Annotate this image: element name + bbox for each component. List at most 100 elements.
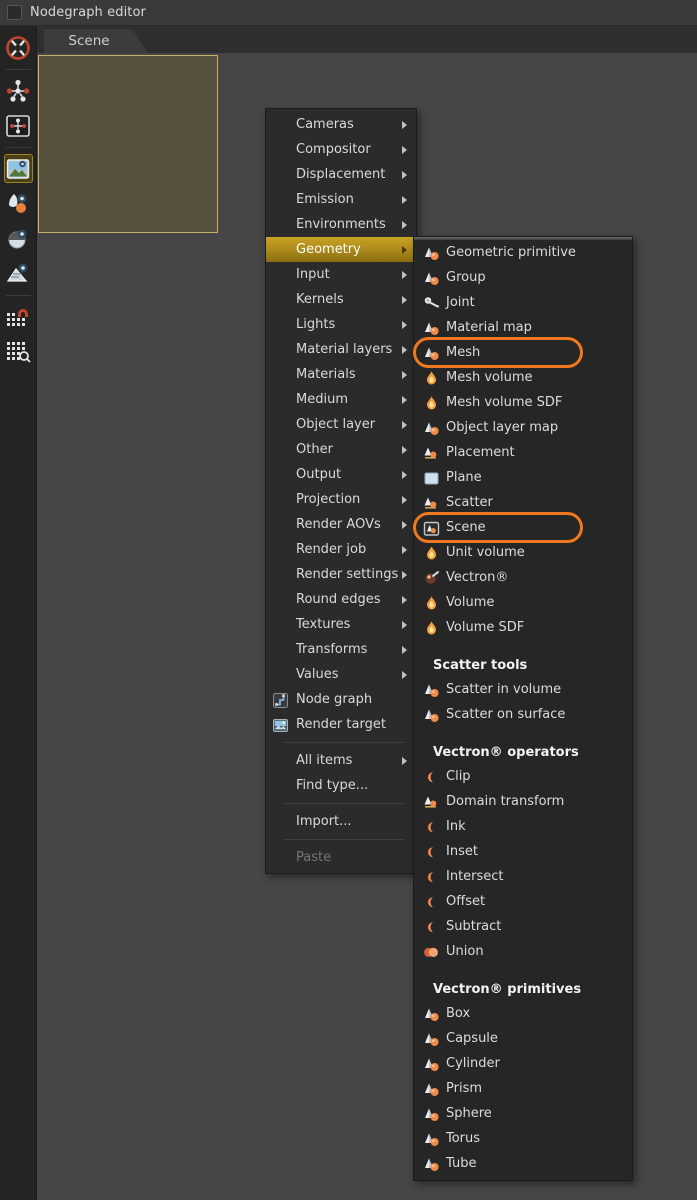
submenu-item-mesh[interactable]: Mesh	[413, 337, 632, 368]
submenu-item-unit-volume[interactable]: Unit volume	[414, 540, 632, 565]
chevron-right-icon	[402, 395, 407, 404]
menu-item-object-layer[interactable]: Object layer	[266, 412, 416, 437]
menu-item-all-items[interactable]: All items	[266, 748, 416, 773]
geometry-node-icon	[423, 1156, 440, 1173]
menu-item-textures[interactable]: Textures	[266, 612, 416, 637]
menu-item-output[interactable]: Output	[266, 462, 416, 487]
submenu-item-capsule[interactable]: Capsule	[414, 1026, 632, 1051]
submenu-item-torus[interactable]: Torus	[414, 1126, 632, 1151]
menu-item-round-edges[interactable]: Round edges	[266, 587, 416, 612]
submenu-item-inset[interactable]: Inset	[414, 839, 632, 864]
rail-button-nodegraph[interactable]	[4, 76, 33, 105]
nodegraph-icon	[5, 78, 31, 104]
submenu-item-joint[interactable]: Joint	[414, 290, 632, 315]
scene-node-selection[interactable]	[38, 55, 218, 233]
geometry-preview-icon	[5, 261, 31, 287]
rail-separator	[5, 147, 31, 148]
chevron-right-icon	[402, 445, 407, 454]
menu-item-environments[interactable]: Environments	[266, 212, 416, 237]
submenu-item-ink[interactable]: Ink	[414, 814, 632, 839]
submenu-item-subtract[interactable]: Subtract	[414, 914, 632, 939]
chevron-right-icon	[402, 420, 407, 429]
render-target-icon	[272, 717, 289, 734]
submenu-item-offset[interactable]: Offset	[414, 889, 632, 914]
submenu-item-clip[interactable]: Clip	[414, 764, 632, 789]
submenu-item-label: Placement	[446, 445, 515, 460]
submenu-item-volume[interactable]: Volume	[414, 590, 632, 615]
geometry-node-icon	[423, 1031, 440, 1048]
submenu-item-scatter[interactable]: Scatter	[414, 490, 632, 515]
submenu-item-label: Ink	[446, 819, 466, 834]
submenu-item-union[interactable]: Union	[414, 939, 632, 964]
menu-item-label: Paste	[296, 850, 332, 865]
menu-item-label: All items	[296, 753, 353, 768]
rail-button-nodegraph-alt[interactable]	[4, 111, 33, 140]
tab-scene[interactable]: Scene	[44, 29, 148, 53]
menu-item-lights[interactable]: Lights	[266, 312, 416, 337]
submenu-item-label: Scatter	[446, 495, 493, 510]
submenu-item-tube[interactable]: Tube	[414, 1151, 632, 1176]
menu-item-transforms[interactable]: Transforms	[266, 637, 416, 662]
menu-item-other[interactable]: Other	[266, 437, 416, 462]
submenu-item-placement[interactable]: Placement	[414, 440, 632, 465]
menu-item-displacement[interactable]: Displacement	[266, 162, 416, 187]
submenu-item-intersect[interactable]: Intersect	[414, 864, 632, 889]
vectron-union-icon	[423, 944, 440, 961]
submenu-item-geometric-primitive[interactable]: Geometric primitive	[414, 240, 632, 265]
menu-item-projection[interactable]: Projection	[266, 487, 416, 512]
menu-item-emission[interactable]: Emission	[266, 187, 416, 212]
menu-item-cameras[interactable]: Cameras	[266, 112, 416, 137]
rail-button-magnet-grid[interactable]	[4, 302, 33, 331]
menu-item-render-target[interactable]: Render target	[266, 712, 416, 737]
menu-item-material-layers[interactable]: Material layers	[266, 337, 416, 362]
submenu-item-plane[interactable]: Plane	[414, 465, 632, 490]
node-create-context-menu[interactable]: Cameras Compositor Displacement Emission Env…	[265, 108, 417, 874]
submenu-item-label: Cylinder	[446, 1056, 500, 1071]
window-title: Nodegraph editor	[30, 5, 146, 20]
menu-item-render-job[interactable]: Render job	[266, 537, 416, 562]
rail-button-grid[interactable]	[4, 337, 33, 366]
rail-button-geometry-preview[interactable]	[4, 259, 33, 288]
submenu-item-scatter-in-volume[interactable]: Scatter in volume	[414, 677, 632, 702]
submenu-item-group[interactable]: Group	[414, 265, 632, 290]
submenu-item-volume-sdf[interactable]: Volume SDF	[414, 615, 632, 640]
submenu-item-material-map[interactable]: Material map	[414, 315, 632, 340]
menu-item-kernels[interactable]: Kernels	[266, 287, 416, 312]
chevron-right-icon	[402, 370, 407, 379]
submenu-item-object-layer-map[interactable]: Object layer map	[414, 415, 632, 440]
rail-button-material-preview[interactable]	[4, 189, 33, 218]
chevron-right-icon	[402, 145, 407, 154]
menu-item-render-aovs[interactable]: Render AOVs	[266, 512, 416, 537]
submenu-item-domain-transform[interactable]: Domain transform	[414, 789, 632, 814]
placement-node-icon	[423, 794, 440, 811]
submenu-item-mesh-volume[interactable]: Mesh volume	[414, 365, 632, 390]
rail-button-octane-logo[interactable]	[4, 33, 33, 62]
submenu-item-vectron[interactable]: Vectron®	[414, 565, 632, 590]
rail-button-render-viewport[interactable]	[3, 154, 33, 183]
geometry-node-icon	[423, 1056, 440, 1073]
menu-item-medium[interactable]: Medium	[266, 387, 416, 412]
geometry-submenu[interactable]: Geometric primitive Group Joint Material ma…	[413, 236, 633, 1181]
menu-item-compositor[interactable]: Compositor	[266, 137, 416, 162]
submenu-item-cylinder[interactable]: Cylinder	[414, 1051, 632, 1076]
menu-item-node-graph[interactable]: Node graph	[266, 687, 416, 712]
submenu-item-mesh-volume-sdf[interactable]: Mesh volume SDF	[414, 390, 632, 415]
submenu-item-scatter-on-surface[interactable]: Scatter on surface	[414, 702, 632, 727]
menu-item-render-settings[interactable]: Render settings	[266, 562, 416, 587]
submenu-item-sphere[interactable]: Sphere	[414, 1101, 632, 1126]
menu-item-values[interactable]: Values	[266, 662, 416, 687]
geometry-node-icon	[423, 345, 440, 362]
rail-button-sphere-preview[interactable]	[4, 224, 33, 253]
menu-item-geometry[interactable]: Geometry	[266, 237, 416, 262]
volume-node-icon	[423, 395, 440, 412]
menu-item-find-type[interactable]: Find type...	[266, 773, 416, 798]
submenu-item-prism[interactable]: Prism	[414, 1076, 632, 1101]
submenu-item-box[interactable]: Box	[414, 1001, 632, 1026]
menu-item-label: Input	[296, 267, 330, 282]
menu-item-materials[interactable]: Materials	[266, 362, 416, 387]
menu-item-input[interactable]: Input	[266, 262, 416, 287]
menu-item-label: Round edges	[296, 592, 381, 607]
submenu-item-scene[interactable]: Scene	[413, 512, 632, 543]
submenu-item-label: Prism	[446, 1081, 483, 1096]
menu-item-import[interactable]: Import...	[266, 809, 416, 834]
